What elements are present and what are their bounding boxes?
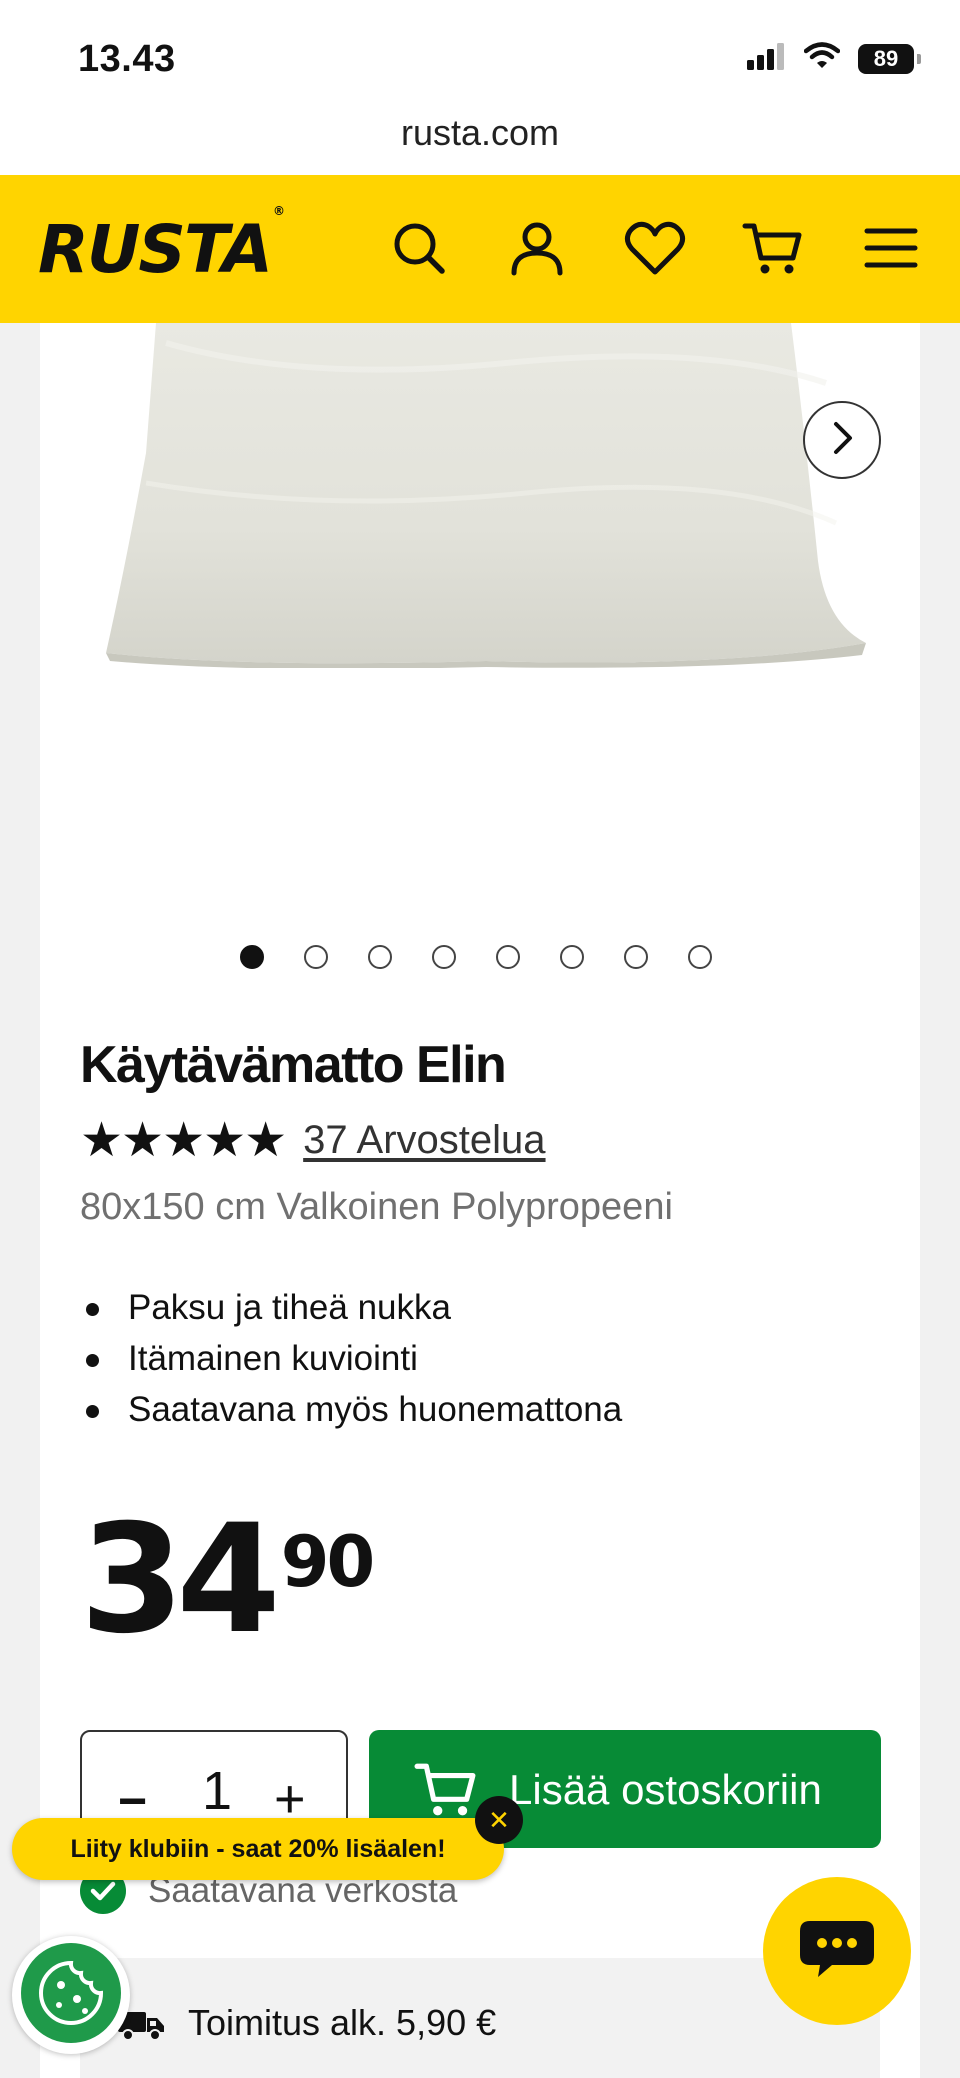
cookie-settings-button[interactable]: [12, 1936, 130, 2054]
product-image[interactable]: [106, 323, 868, 669]
battery-indicator: 89: [858, 43, 921, 74]
product-title: Käytävämatto Elin: [80, 1036, 507, 1094]
gallery-dot[interactable]: [240, 945, 264, 969]
chevron-right-icon: [827, 420, 857, 461]
page-background-left: [0, 323, 40, 2078]
gallery-next-button[interactable]: [803, 401, 881, 479]
wifi-icon: [803, 42, 841, 75]
delivery-info: Toimitus alk. 5,90 €: [80, 1958, 880, 2078]
quantity-value[interactable]: 1: [202, 1760, 232, 1822]
gallery-dot[interactable]: [432, 945, 456, 969]
cart-icon[interactable]: [740, 215, 806, 281]
price-decimals: 90: [280, 1521, 375, 1603]
gallery-dot[interactable]: [368, 945, 392, 969]
reviews-link[interactable]: 37 Arvostelua: [303, 1118, 545, 1163]
page-background-right: [920, 323, 960, 2078]
status-time: 13.43: [78, 38, 176, 80]
club-banner-close-button[interactable]: ✕: [475, 1796, 523, 1844]
gallery-dot[interactable]: [688, 945, 712, 969]
heart-icon[interactable]: [622, 215, 688, 281]
rating-stars: ★★★★★: [80, 1114, 287, 1167]
rating-row: ★★★★★ 37 Arvostelua: [80, 1112, 546, 1168]
rusta-logo[interactable]: RUSTA ®: [38, 204, 285, 288]
gallery-pagination: [240, 945, 712, 969]
gallery-dot[interactable]: [496, 945, 520, 969]
feature-list: Paksu ja tiheä nukka Itämainen kuviointi…: [80, 1282, 622, 1435]
feature-item: Paksu ja tiheä nukka: [80, 1282, 622, 1333]
product-subtitle: 80x150 cm Valkoinen Polypropeeni: [80, 1186, 673, 1228]
gallery-dot[interactable]: [304, 945, 328, 969]
club-banner[interactable]: Liity klubiin - saat 20% lisäalen!: [12, 1818, 504, 1880]
cart-icon: [413, 1758, 479, 1825]
status-icons: 89: [746, 42, 921, 75]
cookie-icon: [19, 1941, 123, 2050]
logo-text: RUSTA: [38, 211, 273, 288]
close-icon: ✕: [488, 1804, 510, 1835]
logo-registered-mark: ®: [272, 204, 285, 218]
chat-button[interactable]: [763, 1877, 911, 2025]
price-main: 34: [80, 1493, 281, 1667]
delivery-text: Toimitus alk. 5,90 €: [188, 2002, 497, 2043]
search-icon[interactable]: [386, 215, 452, 281]
gallery-dot[interactable]: [624, 945, 648, 969]
product-price: 34 90: [80, 1493, 375, 1667]
menu-icon[interactable]: [858, 215, 924, 281]
feature-item: Itämainen kuviointi: [80, 1333, 622, 1384]
browser-url[interactable]: rusta.com: [0, 112, 960, 154]
gallery-dot[interactable]: [560, 945, 584, 969]
chat-icon: [796, 1917, 878, 1986]
site-header: RUSTA ®: [0, 175, 960, 323]
feature-item: Saatavana myös huonemattona: [80, 1384, 622, 1435]
signal-icon: [746, 42, 786, 75]
account-icon[interactable]: [504, 215, 570, 281]
status-bar: 13.43 89 rusta.com: [0, 0, 960, 153]
add-to-cart-label: Lisää ostoskoriin: [509, 1766, 822, 1813]
